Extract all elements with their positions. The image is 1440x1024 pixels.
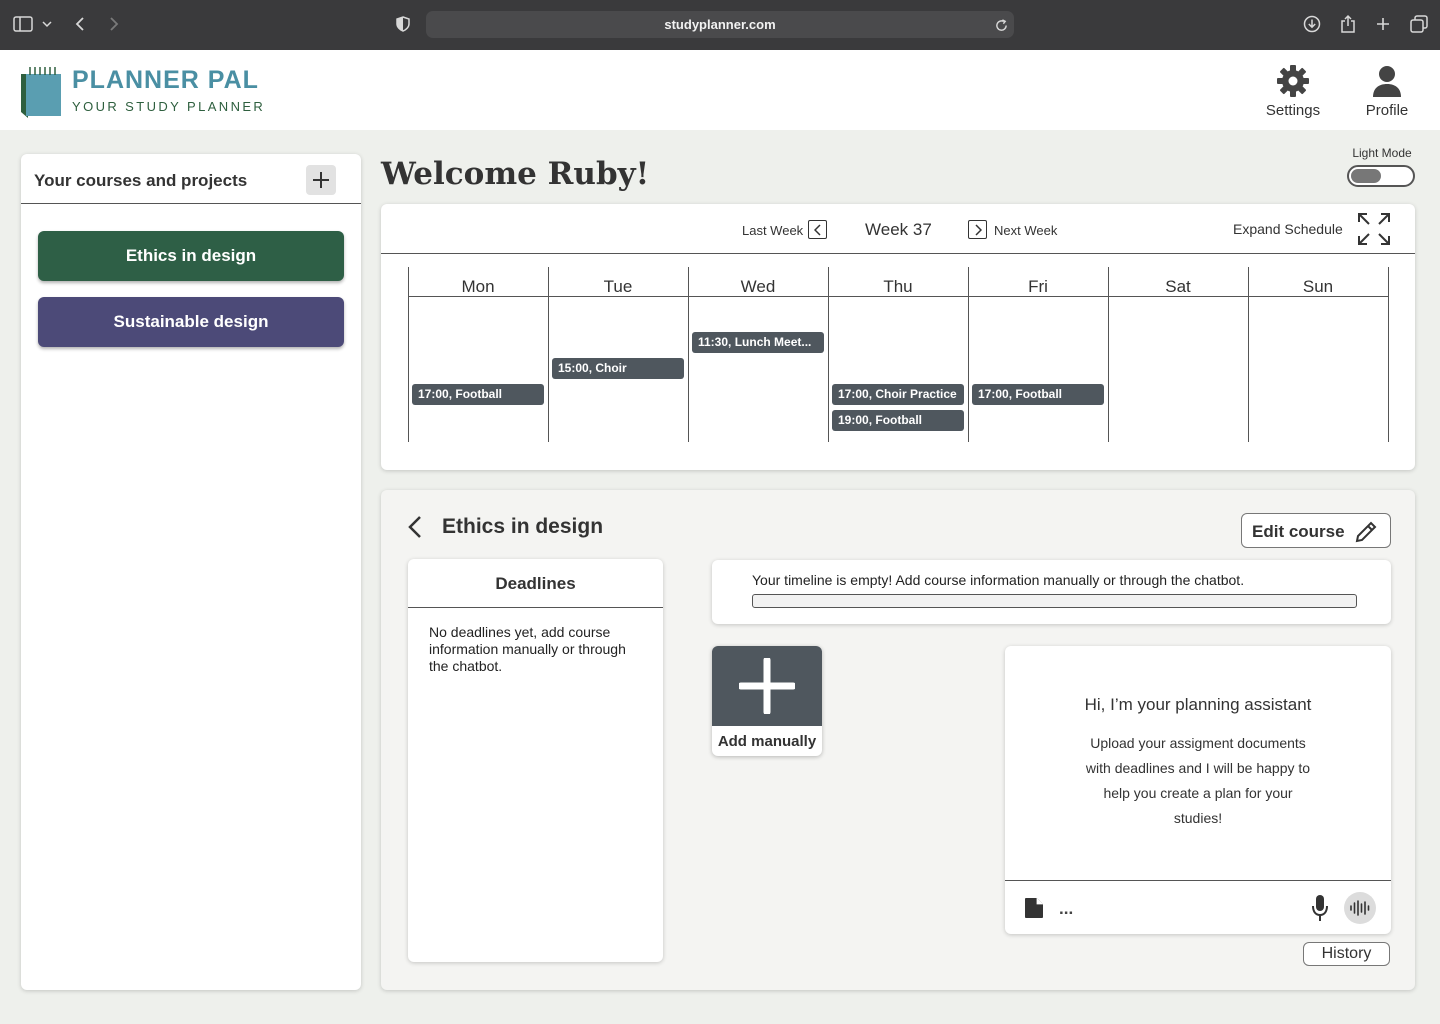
deadlines-card: Deadlines No deadlines yet, add course i… <box>408 559 663 962</box>
calendar-event[interactable]: 11:30, Lunch Meet... <box>692 332 824 353</box>
day-name: Sat <box>1165 277 1191 296</box>
chevron-left-icon <box>813 223 821 236</box>
day-name: Mon <box>461 277 495 296</box>
add-manually-label: Add manually <box>717 733 817 750</box>
settings-button[interactable]: Settings <box>1258 64 1328 124</box>
add-manually-tile <box>712 646 822 726</box>
chevron-right-icon <box>974 223 982 236</box>
new-tab-icon[interactable] <box>1374 12 1392 36</box>
planning-assistant-chat: Hi, I’m your planning assistant Upload y… <box>1005 646 1391 934</box>
courses-sidebar: Your courses and projects Ethics in desi… <box>21 154 361 990</box>
day-column-tue: Tue <box>548 267 688 442</box>
chevron-down-icon[interactable] <box>40 12 54 36</box>
day-divider <box>1388 267 1389 442</box>
document-upload-icon[interactable] <box>1023 897 1045 919</box>
address-bar[interactable]: studyplanner.com <box>426 11 1014 38</box>
back-chevron-icon[interactable] <box>405 514 427 540</box>
forward-arrow-icon[interactable] <box>106 12 122 36</box>
download-icon[interactable] <box>1302 12 1322 36</box>
last-week-label[interactable]: Last Week <box>742 223 803 238</box>
privacy-shield-icon[interactable] <box>394 12 412 36</box>
week-label: Week 37 <box>865 220 932 239</box>
timeline-bar <box>752 594 1357 608</box>
light-mode-label: Light Mode <box>1352 146 1412 160</box>
waveform-icon <box>1350 900 1370 916</box>
light-mode-control: Light Mode <box>1346 146 1418 188</box>
sidebar-toggle-icon[interactable] <box>12 12 34 36</box>
calendar-event[interactable]: 17:00, Choir Practice <box>832 384 964 405</box>
back-arrow-icon[interactable] <box>72 12 88 36</box>
week-schedule: Last Week Week 37 Next Week Expand Sched… <box>381 204 1415 470</box>
calendar-event[interactable]: 15:00, Choir <box>552 358 684 379</box>
plus-icon <box>739 658 795 714</box>
deadlines-empty-text: No deadlines yet, add course information… <box>429 624 626 674</box>
add-manually-button[interactable]: Add manually <box>712 646 822 756</box>
chat-input-bar: ... <box>1005 880 1391 934</box>
gear-icon <box>1277 65 1309 97</box>
light-mode-toggle[interactable] <box>1347 165 1415 187</box>
pencil-icon <box>1355 521 1377 543</box>
calendar-event[interactable]: 19:00, Football <box>832 410 964 431</box>
edit-course-button[interactable]: Edit course <box>1241 513 1391 548</box>
url-text: studyplanner.com <box>664 17 776 32</box>
sidebar-header: Your courses and projects <box>21 154 361 204</box>
person-icon <box>1373 66 1401 97</box>
sidebar-title: Your courses and projects <box>34 171 248 190</box>
calendar-event[interactable]: 17:00, Football <box>412 384 544 405</box>
microphone-icon[interactable] <box>1311 894 1329 922</box>
voice-mode-button[interactable] <box>1344 892 1376 924</box>
history-button[interactable]: History <box>1303 942 1390 966</box>
brand-name: PLANNER PAL <box>72 66 259 94</box>
day-column-sun: Sun <box>1248 267 1388 442</box>
profile-button[interactable]: Profile <box>1352 64 1422 124</box>
day-name: Sun <box>1302 277 1334 296</box>
last-week-button[interactable] <box>808 220 827 239</box>
day-name: Fri <box>1028 277 1048 296</box>
course-title: Ethics in design <box>442 515 604 538</box>
course-button-sustainable-design[interactable]: Sustainable design <box>38 297 344 347</box>
welcome-heading: Welcome Ruby! <box>381 156 650 192</box>
share-icon[interactable] <box>1338 12 1358 36</box>
timeline-empty-text: Your timeline is empty! Add course infor… <box>752 572 1245 588</box>
plus-icon <box>313 172 329 188</box>
day-name: Tue <box>603 277 633 296</box>
app-header: PLANNER PAL YOUR STUDY PLANNER Settings … <box>0 50 1440 130</box>
settings-label: Settings <box>1265 102 1321 119</box>
brand-tagline: YOUR STUDY PLANNER <box>72 99 266 114</box>
day-column-fri: Fri <box>968 267 1108 442</box>
toggle-knob <box>1351 169 1381 183</box>
day-column-wed: Wed <box>688 267 828 442</box>
assistant-title: Hi, I’m your planning assistant <box>1084 695 1312 714</box>
reload-icon[interactable] <box>994 13 1008 37</box>
assistant-message: Upload your assigment documents with dea… <box>1085 735 1311 826</box>
calendar-event[interactable]: 17:00, Football <box>972 384 1104 405</box>
course-button-ethics-in-design[interactable]: Ethics in design <box>38 231 344 281</box>
edit-course-label: Edit course <box>1252 522 1345 541</box>
deadlines-title: Deadlines <box>408 559 663 608</box>
timeline-card: Your timeline is empty! Add course infor… <box>712 560 1391 624</box>
chat-input[interactable]: ... <box>1059 899 1073 919</box>
profile-label: Profile <box>1365 102 1409 119</box>
course-detail-panel: Ethics in design Edit course Deadlines N… <box>381 490 1415 990</box>
next-week-label[interactable]: Next Week <box>994 223 1057 238</box>
expand-icon[interactable] <box>1357 212 1391 246</box>
day-column-mon: Mon <box>408 267 548 442</box>
day-name: Wed <box>740 277 776 296</box>
day-name: Thu <box>883 277 913 296</box>
expand-schedule-label[interactable]: Expand Schedule <box>1233 221 1343 237</box>
add-course-button[interactable] <box>306 165 336 195</box>
tab-overview-icon[interactable] <box>1409 12 1429 36</box>
schedule-header: Last Week Week 37 Next Week Expand Sched… <box>381 204 1415 254</box>
day-column-sat: Sat <box>1108 267 1248 442</box>
next-week-button[interactable] <box>968 220 987 239</box>
notebook-logo-icon <box>21 67 61 118</box>
browser-toolbar: studyplanner.com <box>0 0 1440 50</box>
